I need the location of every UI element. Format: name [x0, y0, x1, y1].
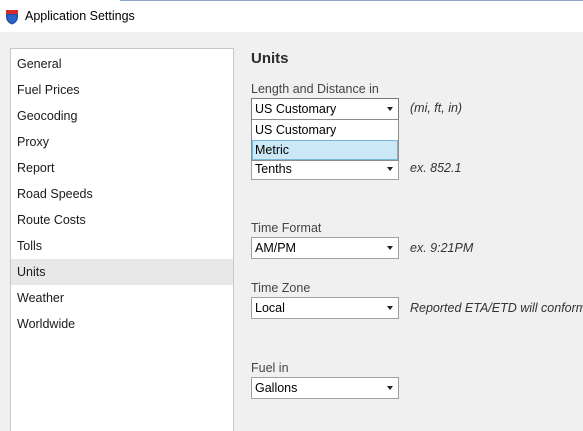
sidebar-item-proxy[interactable]: Proxy [11, 129, 233, 155]
length-unit-value: US Customary [255, 102, 337, 116]
length-unit-select[interactable]: US Customary [251, 98, 399, 120]
sidebar-item-general[interactable]: General [11, 51, 233, 77]
title-bar[interactable]: Application Settings [0, 0, 583, 32]
time-zone-value: Local [255, 301, 285, 315]
dropdown-option-metric[interactable]: Metric [252, 140, 398, 160]
time-format-value: AM/PM [255, 241, 296, 255]
fuel-label: Fuel in [251, 361, 289, 375]
time-zone-hint: Reported ETA/ETD will conform to [410, 301, 583, 315]
time-format-label: Time Format [251, 221, 322, 235]
section-title: Units [251, 50, 289, 67]
precision-select[interactable]: Tenths [251, 158, 399, 180]
length-hint: (mi, ft, in) [410, 101, 463, 115]
chevron-down-icon [387, 306, 393, 310]
sidebar-item-route-costs[interactable]: Route Costs [11, 207, 233, 233]
chevron-down-icon [387, 386, 393, 390]
time-format-select[interactable]: AM/PM [251, 237, 399, 259]
sidebar-item-worldwide[interactable]: Worldwide [11, 311, 233, 337]
window-title: Application Settings [25, 9, 135, 23]
sidebar-item-fuel-prices[interactable]: Fuel Prices [11, 77, 233, 103]
sidebar-item-geocoding[interactable]: Geocoding [11, 103, 233, 129]
sidebar-item-road-speeds[interactable]: Road Speeds [11, 181, 233, 207]
chevron-down-icon [387, 167, 393, 171]
fuel-unit-select[interactable]: Gallons [251, 377, 399, 399]
sidebar-item-tolls[interactable]: Tolls [11, 233, 233, 259]
length-unit-dropdown-list: US Customary Metric [251, 119, 399, 161]
chevron-down-icon [387, 246, 393, 250]
sidebar-item-weather[interactable]: Weather [11, 285, 233, 311]
precision-value: Tenths [255, 162, 292, 176]
units-panel: Units Length and Distance in US Customar… [251, 48, 583, 431]
time-zone-label: Time Zone [251, 281, 311, 295]
settings-window: Application Settings General Fuel Prices… [0, 0, 583, 431]
dropdown-option-us-customary[interactable]: US Customary [252, 120, 398, 140]
title-bar-edge [120, 0, 583, 1]
shield-icon [6, 10, 18, 25]
chevron-down-icon [387, 107, 393, 111]
sidebar-item-units[interactable]: Units [11, 259, 233, 285]
time-zone-select[interactable]: Local [251, 297, 399, 319]
sidebar-item-report[interactable]: Report [11, 155, 233, 181]
precision-hint: ex. 852.1 [410, 161, 462, 175]
settings-category-list[interactable]: General Fuel Prices Geocoding Proxy Repo… [10, 48, 234, 431]
fuel-unit-value: Gallons [255, 381, 298, 395]
length-label: Length and Distance in [251, 82, 379, 96]
time-format-hint: ex. 9:21PM [410, 241, 474, 255]
